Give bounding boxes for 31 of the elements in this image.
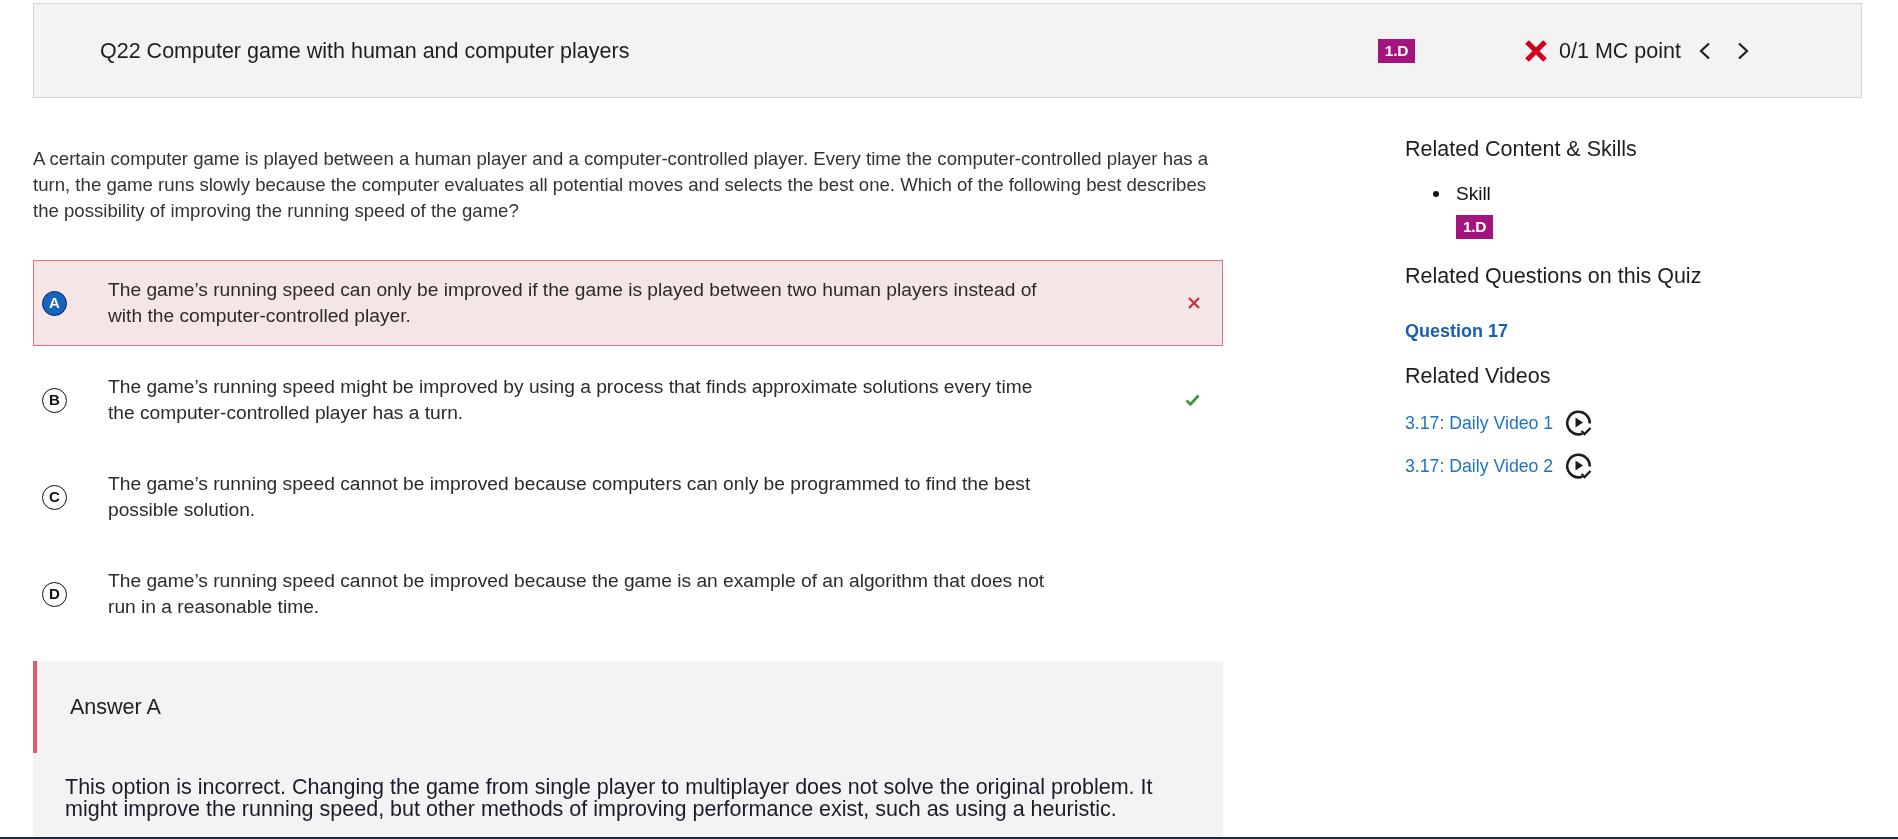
related-question-link[interactable]: Question 17: [1405, 319, 1509, 343]
chevron-right-icon: [1737, 41, 1750, 60]
bullet-icon: [1433, 191, 1439, 197]
option-text: The game’s running speed might be improved by using a process that finds approximate solutions every time the computer-controlled player has a turn.: [108, 375, 1034, 425]
option-letter: D: [42, 581, 67, 607]
answer-option[interactable]: D The game’s running speed cannot be improved because the game is an example of an algorithm that does not run in a reasonable time.: [33, 551, 1223, 637]
option-letter: B: [42, 387, 67, 413]
section-title: Related Questions on this Quiz: [1405, 263, 1703, 289]
skill-label: Skill: [1456, 182, 1491, 206]
section-title: Related Videos: [1405, 363, 1552, 389]
option-letter: C: [42, 484, 67, 510]
answer-option[interactable]: C The game’s running speed cannot be improved because computers can only be programmed to find the best possible solution.: [33, 454, 1223, 540]
video-link[interactable]: 3.17: Daily Video 2: [1405, 453, 1554, 478]
play-check-icon[interactable]: [1565, 409, 1593, 436]
chevron-left-icon: [1698, 41, 1711, 60]
section-title: Related Content & Skills: [1405, 136, 1638, 162]
video-link[interactable]: 3.17: Daily Video 1: [1405, 410, 1554, 435]
option-text: The game’s running speed cannot be improved because the game is an example of an algorithm that does not run in a reasonable time.: [108, 569, 1046, 619]
answer-option[interactable]: B The game’s running speed might be improved by using a process that finds approximate solutions every time the computer-controlled player has a turn.: [33, 357, 1223, 443]
question-title: Q22 Computer game with human and computer players: [100, 37, 631, 65]
skill-badge: 1.D: [1456, 215, 1494, 239]
answer-title: Answer A: [70, 693, 161, 721]
option-text: The game’s running speed can only be improved if the game is played between two human players instead of with the computer-controlled player.: [108, 278, 1038, 328]
answer-option[interactable]: A The game’s running speed can only be improved if the game is played between two human players instead of with the computer-controlled player.: [33, 260, 1223, 346]
question-text: A certain computer game is played between a human player and a computer-controlled player. Every time the computer-controlled player has a turn, the game runs slowly because the computer evaluates all potential moves and selects the best one. Which of the following best describes the possibility of improving the running speed of the game?: [33, 147, 1210, 223]
score-text: 0/1 MC point: [1559, 37, 1681, 64]
play-check-icon[interactable]: [1565, 452, 1593, 479]
option-text: The game’s running speed cannot be improved because computers can only be programmed to find the best possible solution.: [108, 472, 1032, 522]
explanation-text: This option is incorrect. Changing the game from single player to multiplayer does not solve the original problem. It might improve the running speed, but other methods of improving performance exist, such as using a heuristic.: [64, 774, 1154, 823]
option-letter: A: [42, 290, 67, 316]
skill-badge: 1.D: [1377, 38, 1416, 63]
